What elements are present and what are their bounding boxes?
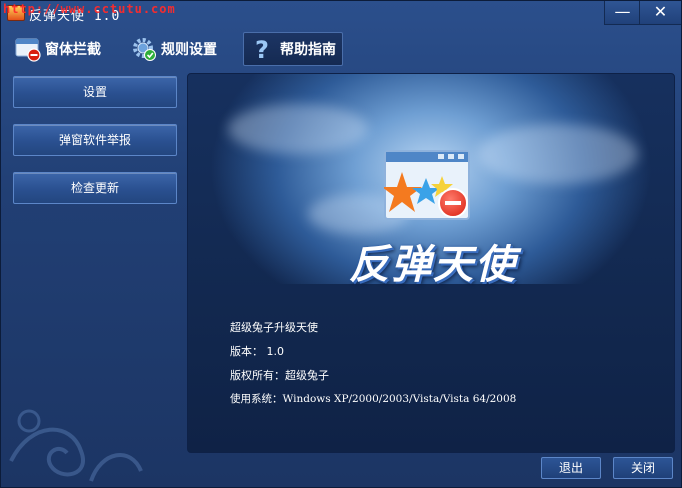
about-system-line: 使用系统：Windows XP/2000/2003/Vista/Vista 64…	[230, 393, 517, 405]
minimize-button[interactable]: —	[604, 1, 640, 25]
question-icon: ?	[250, 36, 276, 64]
app-window: 反弹天使 1.0 http://www.cctutu.com — ✕ 窗体拦截	[0, 0, 682, 488]
block-badge-icon	[438, 188, 468, 218]
cloud-decoration	[228, 104, 368, 154]
top-nav: 窗体拦截 规则设置 ? 帮助指南	[1, 29, 681, 69]
nav-tab-rule-settings[interactable]: 规则设置	[125, 32, 233, 66]
gear-check-icon	[131, 36, 157, 62]
close-button[interactable]: 关闭	[613, 457, 673, 479]
watermark-url: http://www.cctutu.com	[3, 2, 176, 16]
nav-tab-help-guide[interactable]: ? 帮助指南	[243, 32, 343, 66]
check-update-button[interactable]: 检查更新	[13, 172, 177, 204]
title-bar[interactable]: 反弹天使 1.0 http://www.cctutu.com — ✕	[1, 1, 681, 27]
nav-tab-label: 规则设置	[161, 42, 217, 58]
product-logo-text: 反弹天使	[349, 242, 517, 288]
about-panel: 反弹天使 超级兔子升级天使 版本： 1.0 版权所有：超级兔子 使用系统：Win…	[187, 73, 675, 453]
report-popup-software-button[interactable]: 弹窗软件举报	[13, 124, 177, 156]
window-block-icon	[15, 36, 41, 62]
decorative-swirl-art	[9, 409, 143, 482]
cloud-decoration	[478, 124, 638, 184]
close-window-button[interactable]: ✕	[639, 1, 681, 25]
nav-tab-label: 窗体拦截	[45, 42, 101, 58]
about-copyright-line: 版权所有：超级兔子	[230, 369, 329, 382]
nav-tab-label: 帮助指南	[280, 42, 336, 58]
about-product-line: 超级兔子升级天使	[230, 321, 318, 334]
settings-button[interactable]: 设置	[13, 76, 177, 108]
about-version-line: 版本： 1.0	[230, 345, 284, 358]
nav-tab-window-block[interactable]: 窗体拦截	[9, 32, 117, 66]
exit-button[interactable]: 退出	[541, 457, 601, 479]
svg-text:?: ?	[255, 36, 269, 62]
